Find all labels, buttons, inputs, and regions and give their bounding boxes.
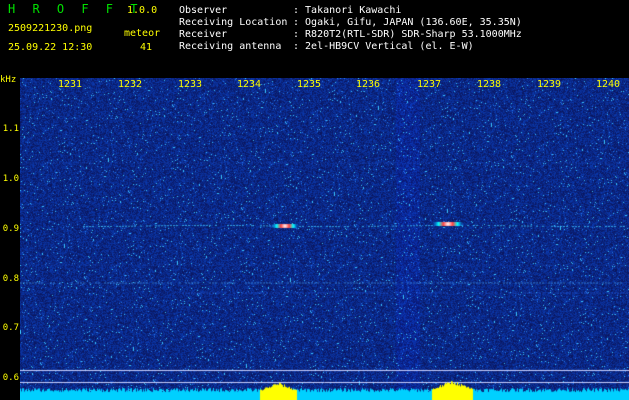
header-panel: H R O F F T 1.0.0 2509221230.png 25.09.2… [0, 0, 629, 78]
x-tick-label: 1234 [237, 79, 262, 90]
x-tick-label: 1233 [178, 79, 203, 90]
y-tick-label: 0.8 [2, 274, 19, 284]
location-value: : Ogaki, Gifu, JAPAN (136.60E, 35.35N) [293, 17, 522, 28]
y-axis-unit: kHz [0, 75, 17, 85]
y-tick-label: 0.9 [2, 224, 19, 234]
antenna-value: : 2el-HB9CV Vertical (el. E-W) [293, 41, 474, 52]
receiver-value: : R820T2(RTL-SDR) SDR-Sharp 53.1000MHz [293, 29, 522, 40]
antenna-label: Receiving antenna [179, 41, 282, 52]
app-version: 1.0.0 [127, 5, 158, 16]
x-tick-label: 1236 [356, 79, 381, 90]
meteor-count: 41 [140, 42, 153, 53]
datetime: 25.09.22 12:30 [8, 42, 93, 53]
x-tick-label: 1237 [417, 79, 442, 90]
filename: 2509221230.png [8, 23, 93, 34]
spectrogram [20, 78, 629, 400]
meteor-label: meteor [124, 28, 161, 39]
location-label: Receiving Location [179, 17, 288, 28]
x-tick-label: 1238 [477, 79, 502, 90]
x-tick-label: 1231 [58, 79, 83, 90]
observer-value: : Takanori Kawachi [293, 5, 402, 16]
app-title: H R O F F T [8, 2, 143, 16]
observer-label: Observer [179, 5, 228, 16]
y-tick-label: 0.6 [2, 373, 19, 383]
y-tick-label: 1.0 [2, 174, 19, 184]
x-tick-label: 1240 [596, 79, 621, 90]
x-tick-label: 1239 [537, 79, 562, 90]
y-tick-label: 0.7 [2, 323, 19, 333]
y-tick-label: 1.1 [2, 124, 19, 134]
x-tick-label: 1232 [118, 79, 143, 90]
receiver-label: Receiver [179, 29, 228, 40]
x-tick-label: 1235 [297, 79, 322, 90]
